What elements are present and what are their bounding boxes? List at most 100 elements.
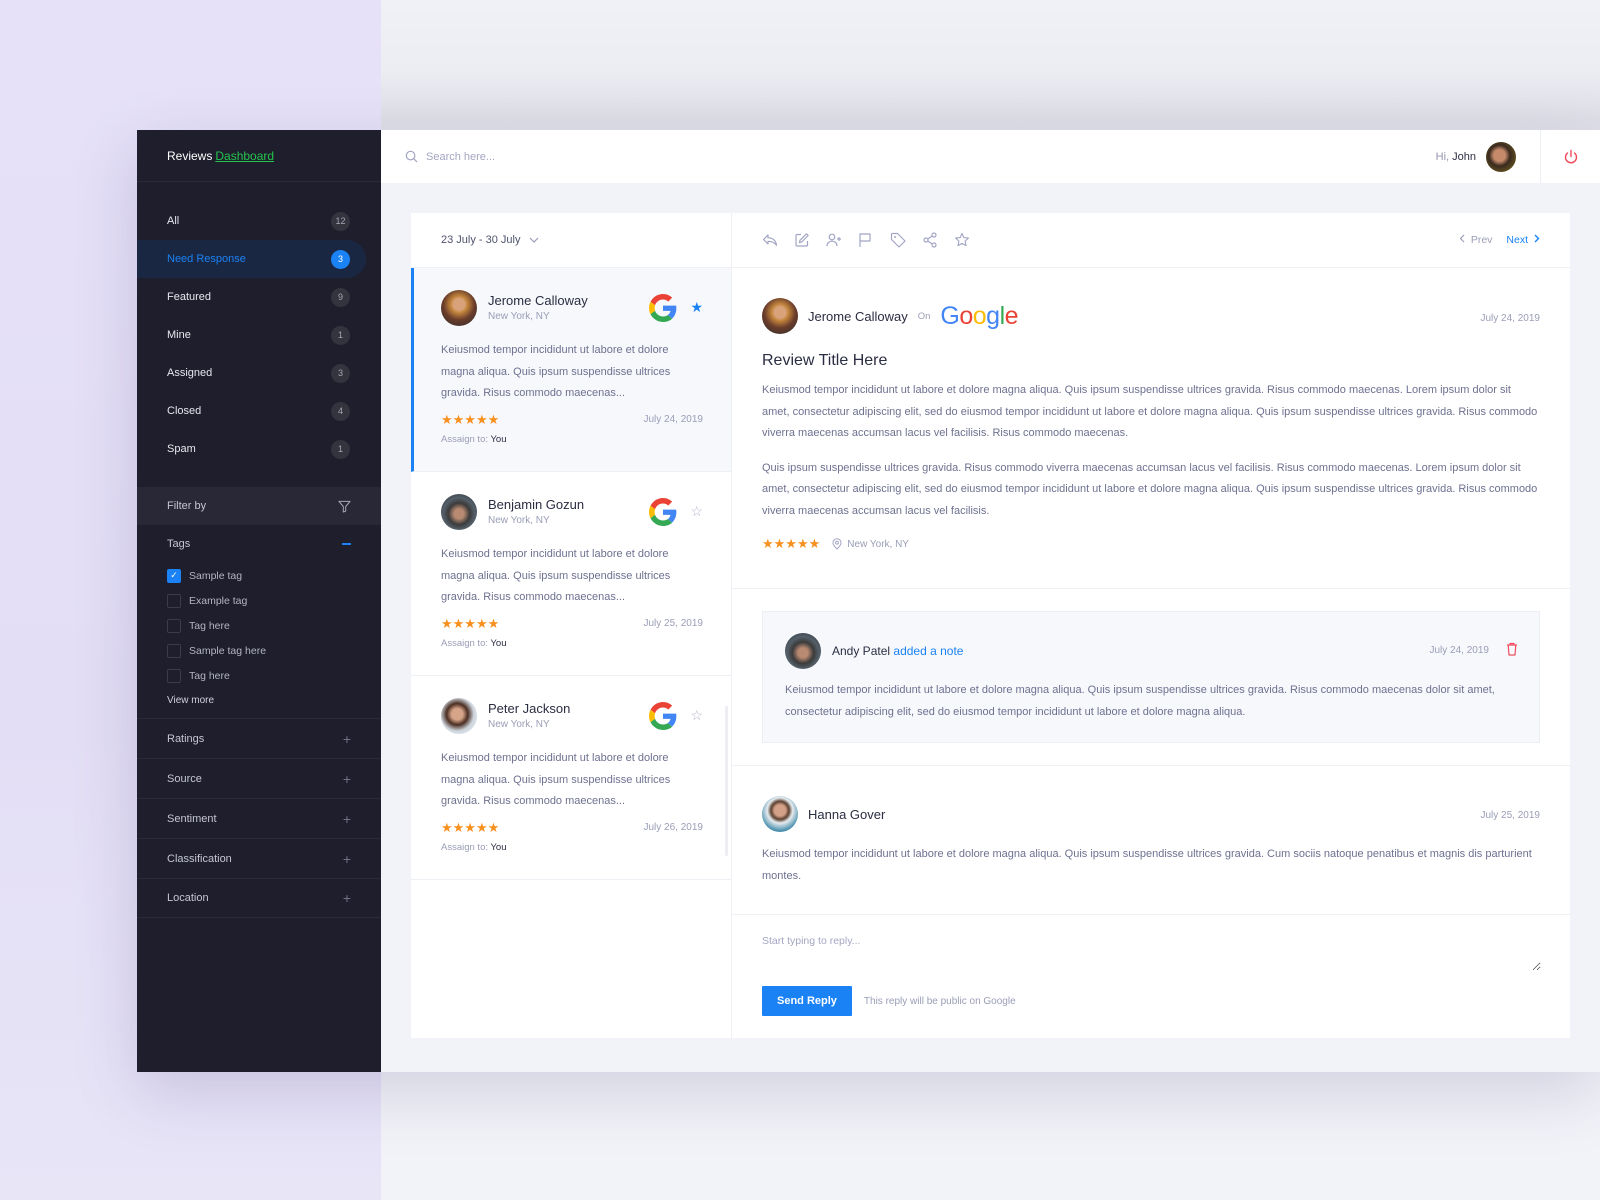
google-logo: Google bbox=[940, 301, 1019, 330]
view-more-link[interactable]: View more bbox=[137, 688, 381, 712]
avatar bbox=[441, 290, 477, 326]
note-text: Keiusmod tempor incididunt ut labore et … bbox=[785, 684, 1495, 718]
nav-label: Featured bbox=[167, 291, 212, 303]
reply-comment: Hanna Gover July 25, 2019 Keiusmod tempo… bbox=[732, 766, 1570, 915]
review-list-panel: 23 July - 30 July Jerome Calloway New Yor… bbox=[411, 213, 731, 1038]
tag-option[interactable]: ✓ Sample tag bbox=[137, 563, 381, 588]
assign-user-icon[interactable] bbox=[826, 232, 858, 248]
filter-by-header[interactable]: Filter by bbox=[137, 487, 381, 525]
favorite-star-icon[interactable]: ☆ bbox=[690, 503, 703, 520]
plus-icon[interactable]: + bbox=[343, 731, 351, 747]
reply-composer: Send Reply This reply will be public on … bbox=[732, 915, 1570, 1036]
review-paragraph: Quis ipsum suspendisse ultrices gravida.… bbox=[762, 461, 1538, 517]
checkbox[interactable] bbox=[167, 643, 181, 658]
sidebar-item-featured[interactable]: Featured 9 bbox=[137, 278, 381, 316]
list-scrollbar[interactable] bbox=[725, 706, 728, 856]
tag-option[interactable]: Example tag bbox=[137, 588, 381, 613]
chevron-right-icon bbox=[1534, 234, 1540, 243]
avatar bbox=[762, 298, 798, 334]
sidebar-item-assigned[interactable]: Assigned 3 bbox=[137, 354, 381, 392]
favorite-star-icon[interactable]: ☆ bbox=[690, 707, 703, 724]
rating-stars: ★★★★★ bbox=[441, 819, 500, 835]
assignee: Assaign to: You bbox=[441, 842, 703, 853]
reply-input[interactable] bbox=[762, 935, 1541, 971]
reviewer-location: New York, NY bbox=[488, 719, 550, 730]
filter-section-source[interactable]: Source + bbox=[137, 758, 381, 798]
note-date: July 24, 2019 bbox=[1429, 645, 1490, 656]
search-bar[interactable]: Search here... bbox=[381, 150, 1436, 163]
delete-note-button[interactable] bbox=[1506, 642, 1518, 661]
review-detail: Jerome Calloway On Google July 24, 2019 … bbox=[732, 268, 1570, 589]
share-icon[interactable] bbox=[922, 232, 954, 248]
user-avatar[interactable] bbox=[1486, 141, 1516, 172]
nav-label: Spam bbox=[167, 443, 196, 455]
send-reply-button[interactable]: Send Reply bbox=[762, 986, 852, 1016]
filter-section-sentiment[interactable]: Sentiment + bbox=[137, 798, 381, 838]
detail-toolbar: Prev Next bbox=[732, 213, 1570, 268]
brand-accent: Dashboard bbox=[215, 148, 275, 163]
sidebar-item-mine[interactable]: Mine 1 bbox=[137, 316, 381, 354]
search-input[interactable]: Search here... bbox=[426, 151, 495, 163]
section-label: Source bbox=[167, 772, 202, 785]
date-range-dropdown[interactable]: 23 July - 30 July bbox=[411, 213, 731, 268]
plus-icon[interactable]: + bbox=[343, 811, 351, 827]
review-body: Keiusmod tempor incididunt ut labore et … bbox=[762, 380, 1540, 522]
section-label: Classification bbox=[167, 852, 232, 865]
sidebar-item-closed[interactable]: Closed 4 bbox=[137, 392, 381, 430]
tag-icon[interactable] bbox=[890, 232, 922, 248]
star-icon[interactable] bbox=[954, 232, 986, 248]
reply-icon[interactable] bbox=[762, 233, 794, 247]
count-badge: 1 bbox=[331, 439, 350, 459]
checkbox[interactable] bbox=[167, 593, 181, 608]
plus-icon[interactable]: + bbox=[343, 890, 351, 906]
note-action: added a note bbox=[893, 644, 964, 658]
tag-label: Example tag bbox=[189, 594, 248, 607]
collapse-icon[interactable] bbox=[342, 543, 351, 545]
brand-prefix: Reviews bbox=[167, 148, 213, 163]
sidebar-item-all[interactable]: All 12 bbox=[137, 202, 381, 240]
comment-author: Hanna Gover bbox=[808, 806, 886, 822]
filter-section-classification[interactable]: Classification + bbox=[137, 838, 381, 878]
assignee: Assaign to: You bbox=[441, 638, 703, 649]
count-badge: 12 bbox=[331, 211, 350, 231]
logout-button[interactable] bbox=[1540, 130, 1600, 183]
edit-icon[interactable] bbox=[794, 232, 826, 248]
filter-label: Filter by bbox=[167, 500, 207, 512]
filter-section-ratings[interactable]: Ratings + bbox=[137, 718, 381, 758]
tags-header[interactable]: Tags bbox=[137, 525, 381, 563]
filter-section-location[interactable]: Location + bbox=[137, 878, 381, 918]
sidebar-item-spam[interactable]: Spam 1 bbox=[137, 430, 381, 468]
sidebar-item-need-response[interactable]: Need Response 3 bbox=[137, 240, 366, 278]
avatar bbox=[441, 494, 477, 530]
avatar bbox=[762, 796, 798, 832]
nav-label: Assigned bbox=[167, 367, 213, 379]
app-window: Reviews Dashboard All 12 Need Response 3 F… bbox=[137, 130, 1600, 1072]
note-section: Andy Patel added a note July 24, 2019 Ke… bbox=[732, 589, 1570, 766]
plus-icon[interactable]: + bbox=[343, 771, 351, 787]
location-pin-icon bbox=[832, 538, 842, 550]
tag-label: Tag here bbox=[189, 619, 230, 632]
chevron-left-icon bbox=[1459, 234, 1465, 243]
review-date: July 24, 2019 bbox=[643, 414, 704, 425]
review-card[interactable]: Jerome Calloway New York, NY ★ Keiusmod t… bbox=[411, 268, 731, 472]
checkbox[interactable] bbox=[167, 668, 181, 683]
review-card[interactable]: Peter Jackson New York, NY ☆ Keiusmod tem… bbox=[411, 676, 731, 880]
reviewer-name: Benjamin Gozun bbox=[488, 497, 585, 512]
review-card[interactable]: Benjamin Gozun New York, NY ☆ Keiusmod te… bbox=[411, 472, 731, 676]
tag-option[interactable]: Sample tag here bbox=[137, 638, 381, 663]
checkbox-checked[interactable]: ✓ bbox=[167, 568, 181, 583]
checkbox[interactable] bbox=[167, 618, 181, 633]
flag-icon[interactable] bbox=[858, 232, 890, 248]
nav-label: All bbox=[167, 215, 180, 227]
tags-label: Tags bbox=[167, 538, 191, 550]
reviewer-name: Peter Jackson bbox=[488, 701, 571, 716]
prev-button[interactable]: Prev bbox=[1459, 234, 1492, 246]
plus-icon[interactable]: + bbox=[343, 851, 351, 867]
next-button[interactable]: Next bbox=[1506, 234, 1540, 246]
favorite-star-icon[interactable]: ★ bbox=[690, 299, 703, 316]
brand-logo[interactable]: Reviews Dashboard bbox=[137, 130, 381, 182]
tag-option[interactable]: Tag here bbox=[137, 663, 381, 688]
tag-option[interactable]: Tag here bbox=[137, 613, 381, 638]
review-title: Review Title Here bbox=[762, 352, 888, 369]
reviewer-location: New York, NY bbox=[488, 311, 550, 322]
